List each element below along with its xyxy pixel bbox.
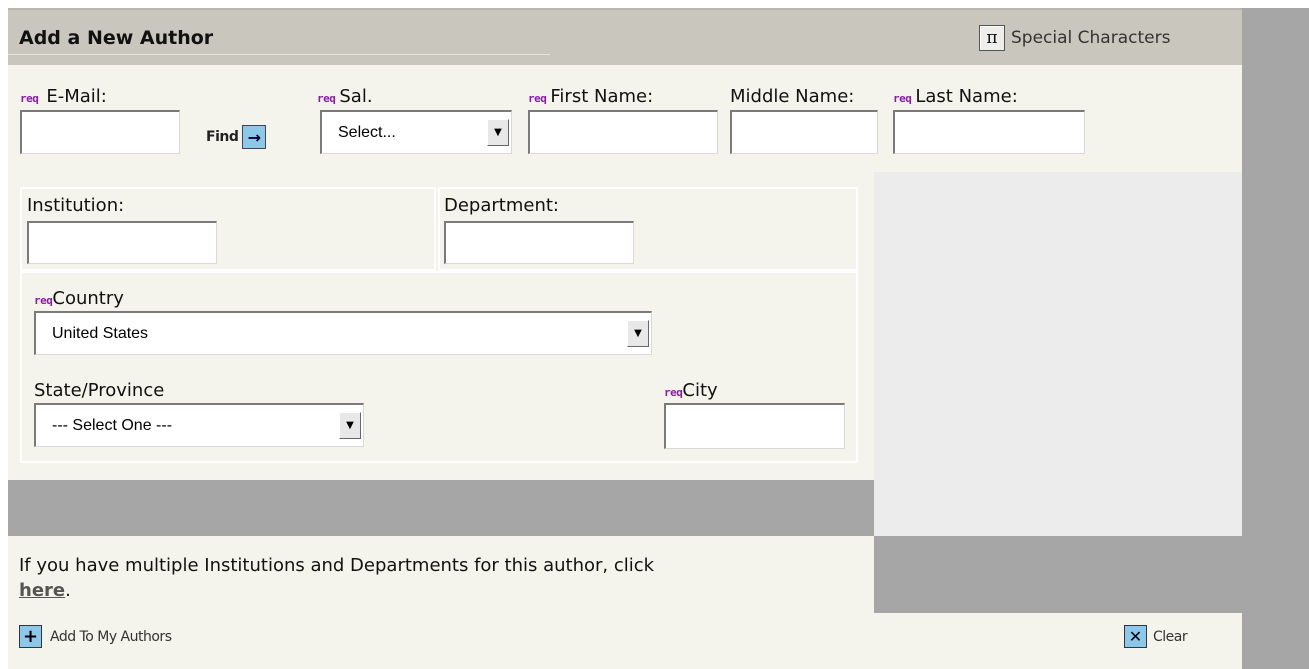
note-suffix: .	[65, 580, 71, 601]
department-field[interactable]	[444, 221, 634, 264]
middle-name-label: Middle Name:	[730, 86, 855, 107]
close-icon: ✕	[1124, 625, 1147, 648]
req-badge: req	[317, 92, 336, 105]
department-label: Department:	[444, 195, 559, 216]
middle-name-field[interactable]	[730, 110, 878, 154]
first-name-label: First Name:	[550, 86, 654, 107]
email-label-row: req E-Mail:	[20, 86, 107, 107]
req-badge: req	[893, 92, 912, 105]
form-footer	[8, 613, 1242, 669]
req-badge: req	[34, 294, 53, 307]
salutation-selected: Select...	[338, 123, 396, 141]
req-badge: req	[664, 386, 683, 399]
add-to-my-authors-label: Add To My Authors	[50, 628, 172, 645]
req-badge: req	[528, 92, 547, 105]
salutation-select[interactable]: Select... ▼	[320, 110, 512, 154]
find-label: Find	[206, 129, 239, 145]
multiple-institutions-note: If you have multiple Institutions and De…	[19, 553, 859, 603]
right-scrollbar[interactable]	[1242, 8, 1309, 669]
clear-label: Clear	[1153, 628, 1188, 645]
special-characters-label: Special Characters	[1011, 28, 1171, 48]
pi-icon: π	[979, 25, 1005, 51]
chevron-down-icon[interactable]: ▼	[627, 320, 649, 347]
state-select[interactable]: --- Select One --- ▼	[34, 403, 364, 447]
chevron-down-icon[interactable]: ▼	[339, 412, 361, 439]
note-text: If you have multiple Institutions and De…	[19, 555, 655, 576]
last-name-field[interactable]	[893, 110, 1085, 154]
find-button[interactable]: Find →	[206, 125, 267, 149]
arrow-right-icon: →	[242, 125, 267, 149]
middle-name-label-row: Middle Name:	[730, 86, 854, 107]
first-name-label-row: req First Name:	[528, 86, 653, 107]
first-name-field[interactable]	[528, 110, 718, 154]
email-field[interactable]	[20, 110, 180, 154]
last-name-label-row: req Last Name:	[893, 86, 1018, 107]
header-divider	[8, 54, 550, 55]
city-field[interactable]	[664, 403, 845, 449]
here-link[interactable]: here	[19, 580, 65, 601]
special-characters-button[interactable]: π Special Characters	[979, 24, 1170, 52]
institution-field[interactable]	[27, 221, 217, 264]
state-label: State/Province	[34, 380, 165, 401]
gray-band	[8, 480, 874, 536]
country-select[interactable]: United States ▼	[34, 311, 652, 355]
salutation-label-row: req Sal.	[317, 86, 373, 107]
add-to-my-authors-button[interactable]: + Add To My Authors	[19, 625, 172, 648]
req-badge: req	[20, 92, 39, 105]
chevron-down-icon[interactable]: ▼	[487, 119, 509, 146]
country-selected: United States	[52, 324, 149, 342]
city-label-row: req City	[664, 380, 718, 401]
state-selected: --- Select One ---	[52, 416, 173, 434]
city-label: City	[682, 380, 718, 401]
institution-label: Institution:	[27, 195, 125, 216]
country-label-row: req Country	[34, 288, 124, 309]
last-name-label: Last Name:	[915, 86, 1018, 107]
plus-icon: +	[19, 625, 42, 648]
clear-button[interactable]: ✕ Clear	[1124, 625, 1188, 648]
form-title: Add a New Author	[19, 27, 214, 49]
email-label: E-Mail:	[46, 86, 107, 107]
salutation-label: Sal.	[339, 86, 373, 107]
info-side-panel	[874, 536, 1242, 613]
country-label: Country	[52, 288, 124, 309]
